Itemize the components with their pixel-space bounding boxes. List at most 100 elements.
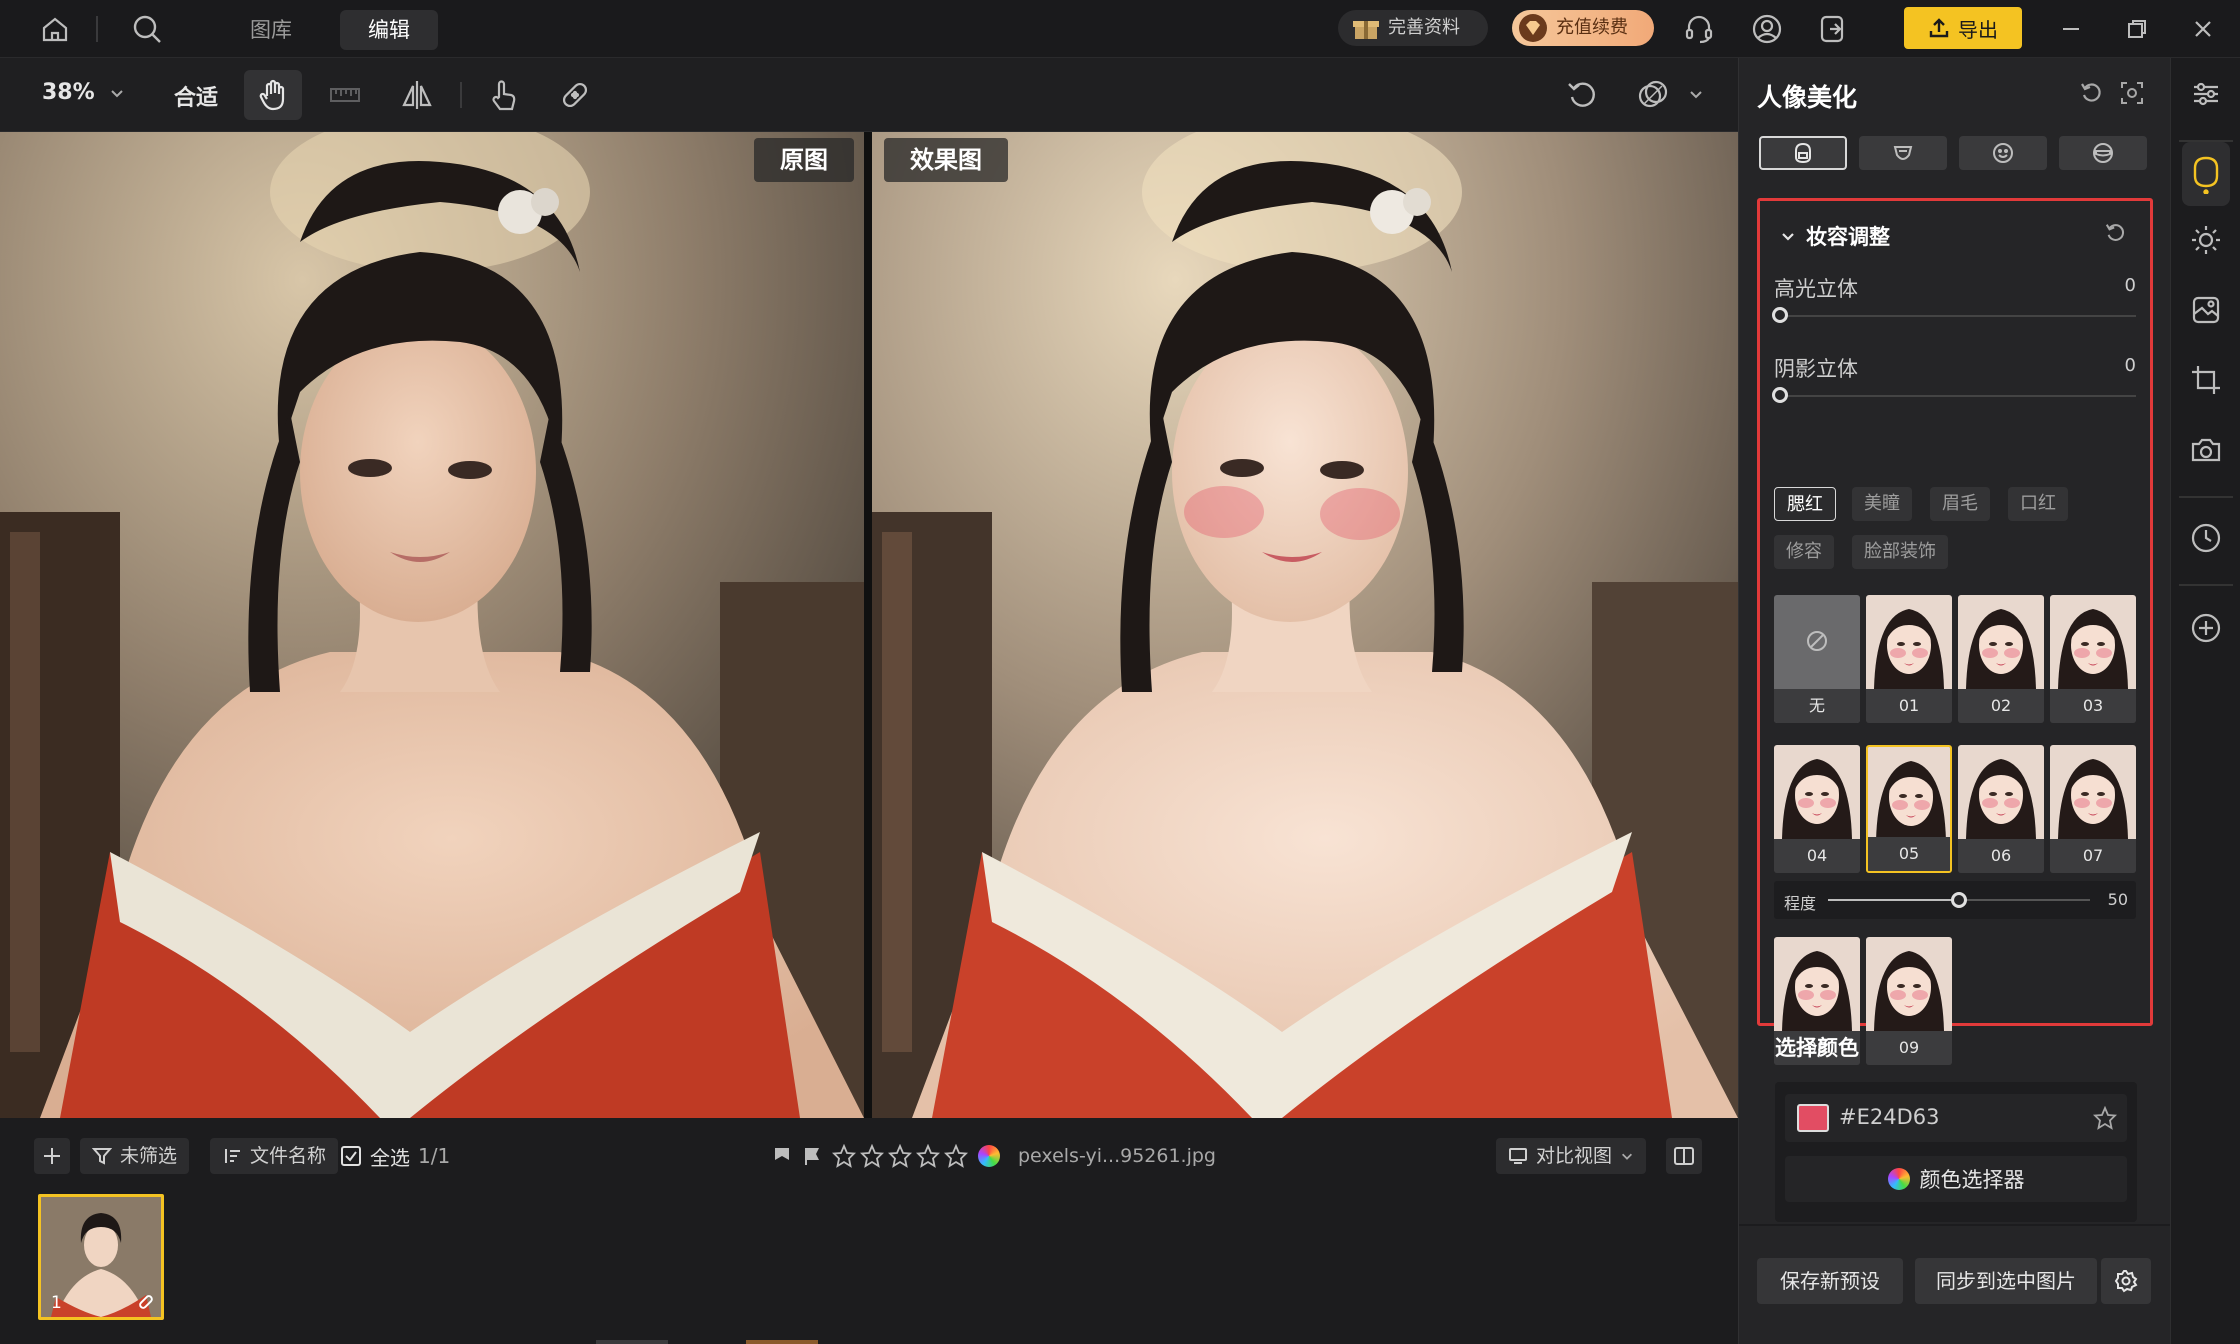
overlay-button[interactable] (1624, 70, 1682, 120)
filter-label: 未筛选 (120, 1145, 178, 1167)
preset-07[interactable]: 07 (2050, 745, 2136, 873)
rail-history[interactable] (2182, 514, 2230, 562)
star-icon[interactable] (860, 1144, 884, 1168)
original-tag: 原图 (754, 138, 854, 182)
preset-01[interactable]: 01 (1866, 595, 1952, 723)
chip-lipstick[interactable]: 口红 (2008, 487, 2068, 521)
flip-tool[interactable] (388, 70, 446, 120)
rail-adjust[interactable] (2182, 70, 2230, 118)
rail-add[interactable] (2182, 604, 2230, 652)
color-picker-button[interactable]: 颜色选择器 (1785, 1156, 2127, 1202)
star-rating[interactable] (832, 1144, 968, 1168)
recharge-button[interactable]: 充值续费 (1512, 10, 1654, 46)
scroll-indicator[interactable] (596, 1340, 668, 1344)
home-icon[interactable] (36, 10, 74, 48)
scroll-indicator-active[interactable] (746, 1340, 818, 1344)
color-label-icon[interactable] (978, 1145, 1000, 1167)
shadow-slider-knob[interactable] (1772, 387, 1788, 403)
preset-02[interactable]: 02 (1958, 595, 2044, 723)
touch-tool[interactable] (474, 70, 532, 120)
chip-contour[interactable]: 修容 (1774, 535, 1834, 569)
search-icon[interactable] (128, 10, 166, 48)
tab-body[interactable] (1859, 136, 1947, 170)
rail-camera[interactable] (2182, 426, 2230, 474)
panel-title: 人像美化 (1757, 83, 1858, 112)
star-icon[interactable] (944, 1144, 968, 1168)
gift-icon (1353, 21, 1379, 39)
rail-crop[interactable] (2182, 356, 2230, 404)
rail-image[interactable] (2182, 286, 2230, 334)
star-outline-icon[interactable] (2093, 1106, 2117, 1130)
ruler-tool[interactable] (316, 70, 374, 120)
undo-button[interactable] (1554, 70, 1612, 120)
tab-face[interactable] (1959, 136, 2047, 170)
filmstrip-thumbnail[interactable]: 1 (38, 1194, 164, 1320)
preset-09[interactable]: 09 (1866, 937, 1952, 1065)
rail-portrait[interactable] (2182, 142, 2230, 206)
tab-eyes[interactable] (2059, 136, 2147, 170)
star-icon[interactable] (888, 1144, 912, 1168)
logout-icon[interactable] (1814, 10, 1852, 48)
color-hex-field[interactable]: #E24D63 (1785, 1094, 2127, 1142)
sort-button[interactable]: 文件名称 (210, 1138, 339, 1174)
chip-pupil[interactable]: 美瞳 (1852, 487, 1912, 521)
plus-icon (44, 1148, 60, 1164)
chip-eyebrow[interactable]: 眉毛 (1930, 487, 1990, 521)
compare-canvas[interactable]: 原图 效果图 (0, 132, 1738, 1118)
view-mode-dropdown[interactable]: 对比视图 (1496, 1138, 1647, 1174)
zoom-dropdown[interactable]: 38% (42, 80, 125, 105)
rail-light[interactable] (2182, 216, 2230, 264)
overlap-circles-icon (1638, 80, 1668, 108)
panel-settings-button[interactable] (2101, 1258, 2151, 1304)
preset-03[interactable]: 03 (2050, 595, 2136, 723)
highlight-slider-knob[interactable] (1772, 307, 1788, 323)
preset-04[interactable]: 04 (1774, 745, 1860, 873)
preset-06[interactable]: 06 (1958, 745, 2044, 873)
sync-button[interactable]: 同步到选中图片 (1915, 1258, 2097, 1304)
chip-blush[interactable]: 腮红 (1774, 487, 1836, 521)
camera-icon (2191, 438, 2221, 462)
face-detect-button[interactable] (2119, 80, 2145, 106)
color-hex-value: #E24D63 (1839, 1105, 1940, 1129)
export-button[interactable]: 导出 (1904, 7, 2022, 49)
makeup-section-header[interactable]: 妆容调整 (1780, 221, 1890, 251)
makeup-preview-face (1866, 595, 1952, 689)
makeup-reset-button[interactable] (2104, 221, 2128, 245)
tab-library[interactable]: 图库 (222, 10, 320, 50)
highlight-slider[interactable] (1774, 315, 2136, 317)
checkbox-checked-icon (341, 1146, 361, 1166)
thumbnail-index: 1 (51, 1293, 62, 1313)
fit-button[interactable]: 合适 (174, 80, 218, 112)
complete-profile-button[interactable]: 完善资料 (1338, 10, 1488, 46)
split-view-button[interactable] (1666, 1138, 1702, 1174)
filter-button[interactable]: 未筛选 (80, 1138, 190, 1174)
add-button[interactable] (34, 1138, 70, 1174)
hand-tool[interactable] (244, 70, 302, 120)
minimize-icon[interactable] (2052, 10, 2090, 48)
tab-makeup[interactable] (1759, 136, 1847, 170)
tab-edit[interactable]: 编辑 (340, 10, 438, 50)
star-icon[interactable] (916, 1144, 940, 1168)
preset-none[interactable]: 无 (1774, 595, 1860, 723)
shadow-slider[interactable] (1774, 395, 2136, 397)
diamond-icon (1519, 14, 1547, 42)
headset-icon[interactable] (1680, 10, 1718, 48)
overlay-dropdown[interactable] (1688, 86, 1704, 102)
reject-flag-icon[interactable] (802, 1146, 822, 1166)
select-all-checkbox[interactable]: 全选 1/1 (340, 1138, 450, 1174)
star-icon[interactable] (832, 1144, 856, 1168)
user-icon[interactable] (1748, 10, 1786, 48)
flag-icon[interactable] (772, 1146, 792, 1166)
panel-reset-button[interactable] (2079, 80, 2105, 106)
save-preset-button[interactable]: 保存新预设 (1757, 1258, 1903, 1304)
color-swatch[interactable] (1797, 1104, 1829, 1132)
split-divider[interactable] (864, 132, 872, 1118)
highlight-label: 高光立体 (1774, 277, 1858, 301)
chip-face-decor[interactable]: 脸部装饰 (1852, 535, 1948, 569)
preset-05[interactable]: 05 (1866, 745, 1952, 873)
restore-icon[interactable] (2118, 10, 2156, 48)
bandage-tool[interactable] (546, 70, 604, 120)
degree-slider-knob[interactable] (1951, 892, 1967, 908)
makeup-preview-face (1958, 745, 2044, 839)
close-icon[interactable] (2184, 10, 2222, 48)
